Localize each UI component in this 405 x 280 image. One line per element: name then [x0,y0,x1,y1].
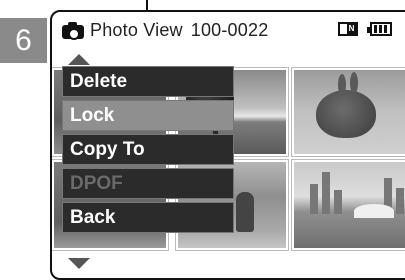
thumbnail-6[interactable] [291,159,405,251]
step-number-badge: 6 [0,18,47,63]
quality-mode-letter: N [347,24,356,34]
quality-mode-icon: N [338,22,358,36]
scroll-up-arrow-icon[interactable] [68,54,90,65]
menu-item-copy-to[interactable]: Copy To [62,134,234,165]
title-label: Photo View [90,19,183,40]
scroll-down-arrow-icon[interactable] [68,258,90,269]
battery-icon [367,22,392,36]
file-number: 100-0022 [190,19,269,40]
thumbnail-3[interactable] [291,67,405,157]
title-bar: Photo View 100-0022 [62,16,268,44]
lcd-screen: Photo View 100-0022 N Delete Lock Copy T… [50,10,405,280]
context-menu: Delete Lock Copy To DPOF Back [62,66,234,236]
menu-item-lock[interactable]: Lock [62,100,234,131]
menu-item-dpof: DPOF [62,168,234,199]
camera-icon [62,22,84,40]
menu-item-delete[interactable]: Delete [62,66,234,97]
menu-item-back[interactable]: Back [62,202,234,233]
